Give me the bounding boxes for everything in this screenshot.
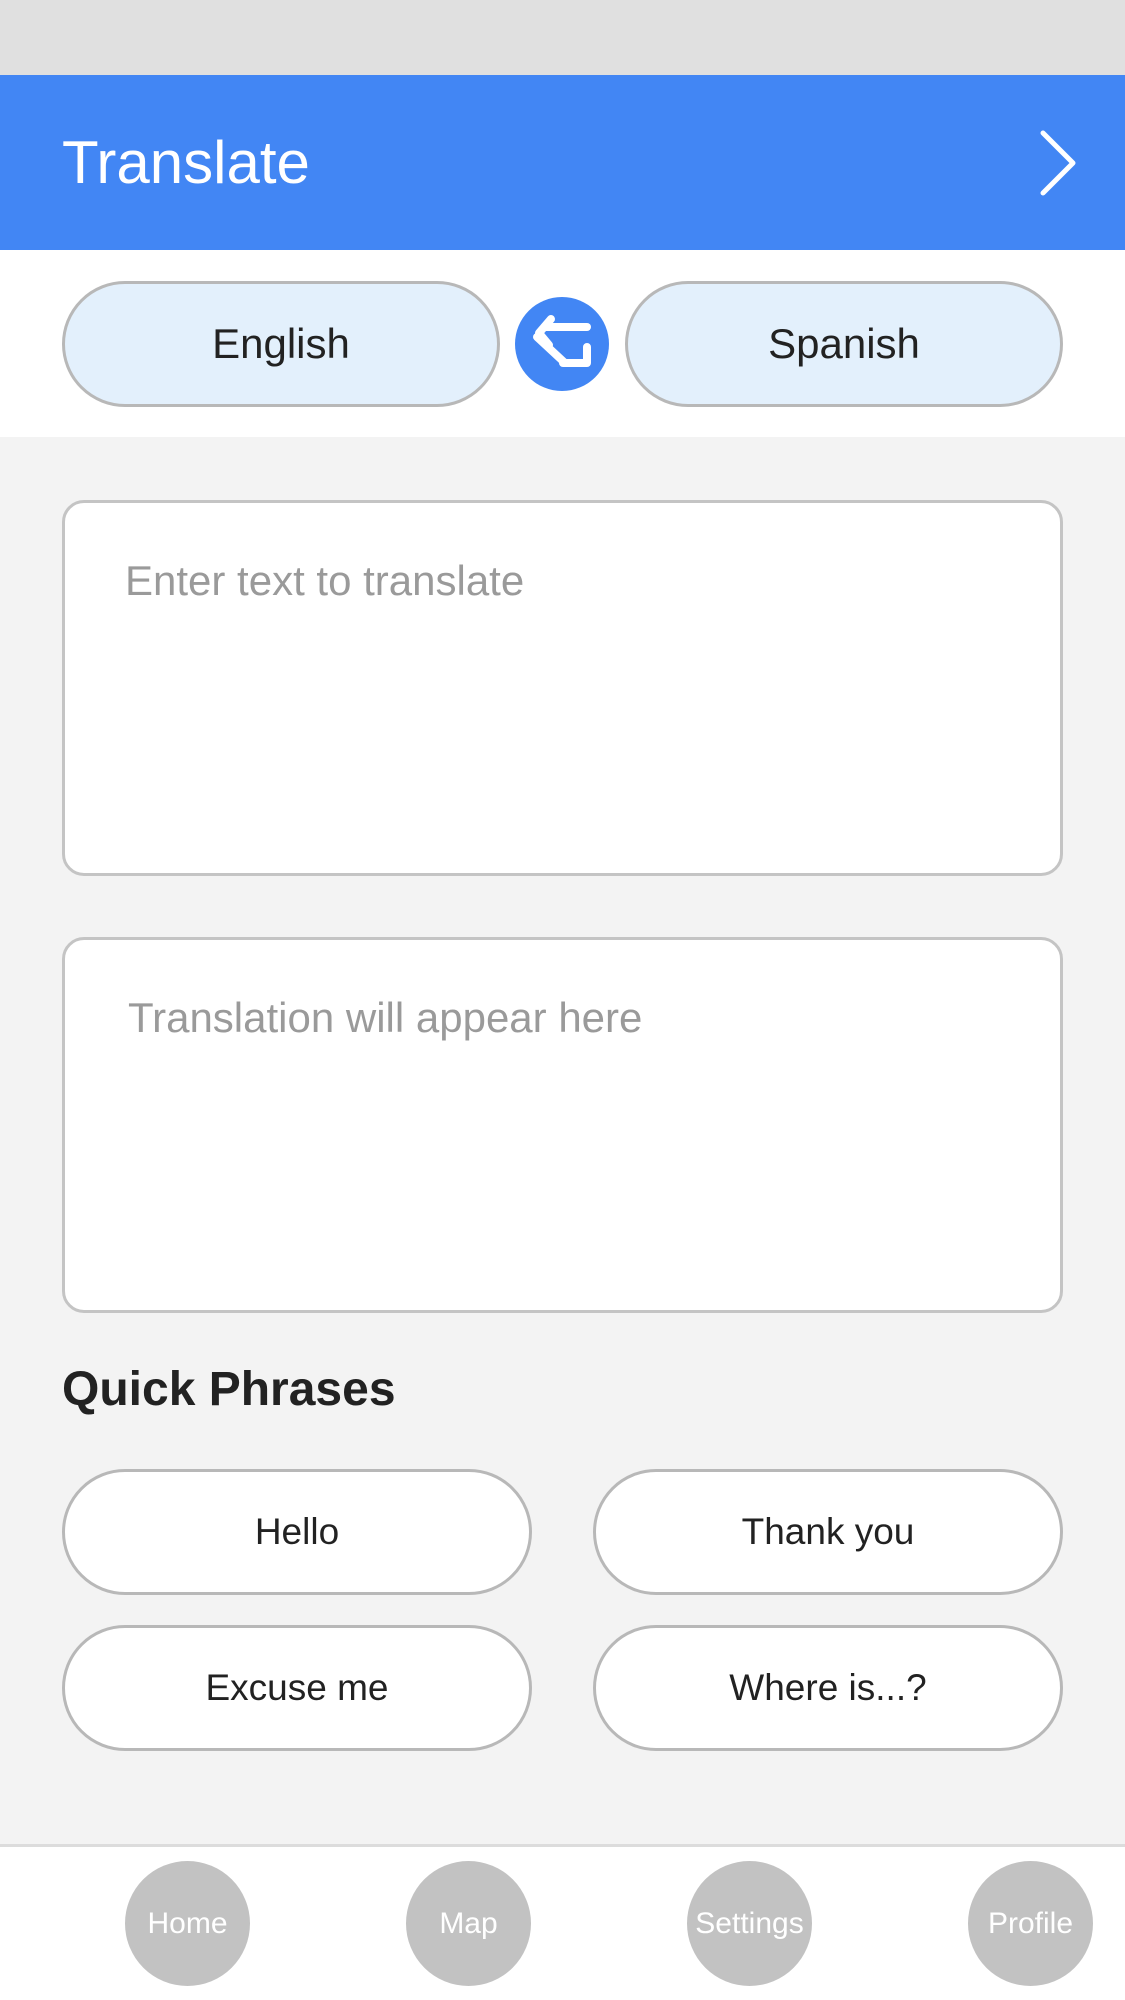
phrase-hello-button[interactable]: Hello bbox=[62, 1469, 532, 1595]
nav-profile[interactable]: Profile bbox=[968, 1861, 1093, 1986]
swap-icon bbox=[533, 315, 591, 367]
translation-output-box: Translation will appear here bbox=[62, 937, 1063, 1313]
source-text-input[interactable] bbox=[65, 503, 1060, 873]
nav-home[interactable]: Home bbox=[125, 1861, 250, 1986]
nav-map[interactable]: Map bbox=[406, 1861, 531, 1986]
source-language-button[interactable]: English bbox=[62, 281, 500, 407]
bottom-navigation: Home Map Settings Profile bbox=[0, 1844, 1125, 2000]
app-bar: Translate bbox=[0, 75, 1125, 250]
swap-languages-button[interactable] bbox=[515, 297, 609, 391]
status-bar bbox=[0, 0, 1125, 75]
phrase-thank-you-button[interactable]: Thank you bbox=[593, 1469, 1063, 1595]
translation-placeholder: Translation will appear here bbox=[128, 994, 643, 1041]
forward-button[interactable] bbox=[1015, 123, 1095, 203]
chevron-right-icon bbox=[1040, 130, 1076, 196]
quick-phrases-title: Quick Phrases bbox=[62, 1363, 396, 1416]
target-language-button[interactable]: Spanish bbox=[625, 281, 1063, 407]
source-text-box bbox=[62, 500, 1063, 876]
phrase-excuse-me-button[interactable]: Excuse me bbox=[62, 1625, 532, 1751]
page-title: Translate bbox=[62, 129, 310, 196]
nav-settings[interactable]: Settings bbox=[687, 1861, 812, 1986]
language-selector: English Spanish bbox=[0, 250, 1125, 437]
phrase-where-is-button[interactable]: Where is...? bbox=[593, 1625, 1063, 1751]
